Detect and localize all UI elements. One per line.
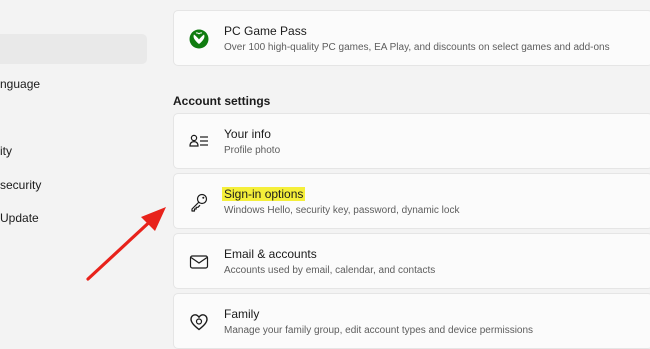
annotation-arrow xyxy=(86,207,166,281)
